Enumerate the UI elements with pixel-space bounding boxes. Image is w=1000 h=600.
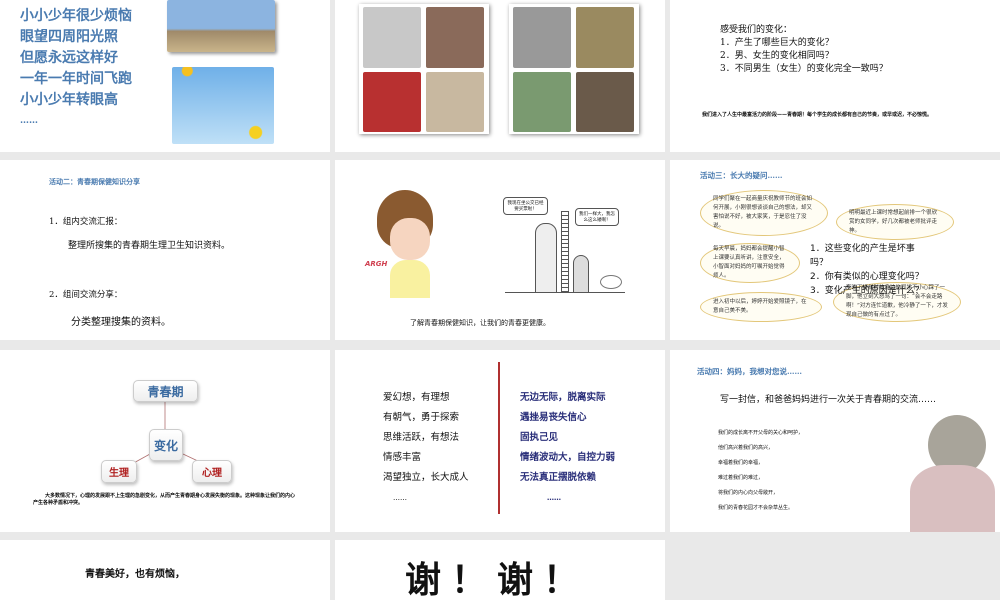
letter-line: 幸福着我们的幸福， (718, 460, 764, 466)
diagram-node-change: 变化 (149, 429, 183, 461)
diagram-node-physiology: 生理 (101, 460, 137, 483)
slide-thumbnail-4[interactable]: 活动二：青春期保健知识分享 1．组内交流汇报： 整理所搜集的青春期生理卫生知识资… (0, 160, 330, 340)
photo-collage-left (359, 4, 489, 134)
diagram-node-psychology: 心理 (192, 460, 232, 483)
dog (600, 275, 622, 289)
sky-balloons-image (172, 67, 274, 144)
girl-cartoon-shirt (390, 260, 430, 298)
item-detail: 分类整理搜集的资料。 (71, 317, 171, 328)
photo (426, 72, 484, 132)
question: 3．不同男生（女生）的变化完全一致吗？ (720, 64, 888, 74)
slide-thumbnail-3[interactable]: 感受我们的变化： 1．产生了哪些巨大的变化？ 2．男、女生的变化相同吗？ 3．不… (670, 0, 1000, 152)
tall-boy (535, 223, 557, 293)
diagram-node-adolescence: 青春期 (133, 380, 198, 402)
poem-line: 小小少年很少烦恼 (20, 8, 132, 24)
ellipsis: …… (393, 494, 407, 502)
photo (426, 7, 484, 68)
speech-bubble: 同学们聚在一起商量庆祝教师节的班会如何开展，小刚很想谈谈自己的想法，却又害怕说不… (700, 190, 828, 236)
basketball-player-photo (363, 72, 421, 132)
positive-trait: 情感丰富 (383, 452, 422, 463)
poem-line: 眼望四周阳光照 (20, 29, 118, 45)
speech-bubble: 明明最近上课时常想起前排一个很欣赏的女同学，好几次都被老师批评走神。 (836, 204, 954, 240)
question: 2．你有类似的心理变化吗？ (810, 272, 924, 282)
poem-line: …… (20, 116, 38, 126)
poem-line: 但愿永远这样好 (20, 50, 118, 66)
argh-text: ARGH (365, 260, 388, 268)
photo (576, 72, 634, 132)
positive-trait: 思维活跃，有想法 (383, 432, 460, 443)
speech-bubble: 每天早晨，妈妈都会提醒小智上课要认真听讲，注意安全，小智面对妈妈的叮嘱开始觉得烦… (700, 243, 800, 283)
short-boy (573, 255, 589, 293)
photo (513, 7, 571, 68)
slide-thumbnail-10[interactable]: 青春美好，也有烦恼， (0, 540, 330, 600)
letter-line: 我们的成长离不开父母的关心和呵护， (718, 430, 804, 436)
photo-collage-right (509, 4, 639, 134)
negative-trait: 遇挫易丧失信心 (520, 412, 587, 423)
slide-title: 活动三：长大的疑问…… (700, 171, 783, 180)
item-label: 1．组内交流汇报： (49, 217, 123, 227)
item-detail: 整理所搜集的青春期生理卫生知识资料。 (68, 241, 231, 251)
text-line: 青春美好，也有烦恼， (85, 569, 185, 580)
poem-line: 小小少年转眼高 (20, 92, 118, 108)
slide-thumbnail-2[interactable] (335, 0, 665, 152)
positive-trait: 渴望独立，长大成人 (383, 472, 469, 483)
negative-trait: 固执己见 (520, 432, 559, 443)
question: 2．男、女生的变化相同吗？ (720, 51, 834, 61)
letter-line: 将我们的内心向父母敞开， (718, 490, 779, 496)
letter-line: 我们的青春花园才不会杂草丛生。 (718, 505, 794, 511)
negative-trait: 无法真正摆脱依赖 (520, 472, 597, 483)
slide-title: 活动四：妈妈，我想对您说…… (697, 367, 802, 376)
photo (576, 7, 634, 68)
photo (513, 72, 571, 132)
slide-thumbnail-6[interactable]: 活动三：长大的疑问…… 同学们聚在一起商量庆祝教师节的班会如何开展，小刚很想谈谈… (670, 160, 1000, 340)
ellipsis: …… (547, 494, 561, 502)
slide-thumbnail-9[interactable]: 活动四：妈妈，我想对您说…… 写一封信，和爸爸妈妈进行一次关于青春期的交流…… … (670, 350, 1000, 532)
thanks-title: 谢！谢！ (405, 560, 590, 600)
slide-thumbnail-8[interactable]: 爱幻想，有理想 有朝气，勇于探索 思维活跃，有想法 情感丰富 渴望独立，长大成人… (335, 350, 665, 532)
speech-bubble: 我现在坐公交已经要买票啦！ (503, 197, 548, 215)
item-label: 2．组间交流分享： (49, 290, 123, 300)
speech-bubble: 进入初中以后，婷婷开始爱照镜子，在意自己美不美。 (700, 292, 822, 322)
question: 1．产生了哪些巨大的变化？ (720, 38, 834, 48)
poem: 小小少年很少烦恼 眼望四周阳光照 但愿永远这样好 一年一年时间飞跑 小小少年转眼… (20, 6, 132, 132)
caption: 了解青春期保健知识，让我们的青春更健康。 (410, 319, 550, 327)
heading: 感受我们的变化： (720, 25, 793, 35)
positive-trait: 爱幻想，有理想 (383, 392, 450, 403)
letter-line: 难过着我们的难过， (718, 475, 764, 481)
slide-thumbnail-1[interactable]: 小小少年很少烦恼 眼望四周阳光照 但愿永远这样好 一年一年时间飞跑 小小少年转眼… (0, 0, 330, 152)
divider-line (498, 362, 500, 514)
slide-thumbnail-7[interactable]: 青春期 变化 生理 心理 大多数情况下，心理的发展跟不上生理的急剧变化，从而产生… (0, 350, 330, 532)
slide-thumbnail-5[interactable]: ARGH 我现在坐公交已经要买票啦！ 我们一样大，我怎么这么矮啊！ 了解青春期保… (335, 160, 665, 340)
caption: 大多数情况下，心理的发展跟不上生理的急剧变化，从而产生青春期身心发展失衡的现象。… (33, 493, 296, 506)
negative-trait: 情绪波动大，自控力弱 (520, 452, 616, 463)
letter-line: 他们高兴着我们的高兴， (718, 445, 774, 451)
baby-photo (363, 7, 421, 68)
hugging-illustration (910, 415, 995, 532)
negative-trait: 无边无际，脱离实际 (520, 392, 606, 403)
question: 3．变化产生的原因是什么？ (810, 286, 924, 296)
subtitle: 写一封信，和爸爸妈妈进行一次关于青春期的交流…… (720, 395, 937, 405)
positive-trait: 有朝气，勇于探索 (383, 412, 460, 423)
girl-cartoon-face (390, 218, 430, 260)
slide-thumbnail-11[interactable]: 谢！谢！ (335, 540, 665, 600)
footer-text: 我们进入了人生中最富活力的阶段——青春期！每个学生的成长都有自己的节奏，或早或迟… (702, 112, 933, 118)
poem-line: 一年一年时间飞跑 (20, 71, 132, 87)
slide-title: 活动二：青春期保健知识分享 (49, 177, 140, 186)
question: 1．这些变化的产生是坏事吗？ (810, 244, 915, 268)
body (910, 465, 995, 532)
children-jumping-photo (167, 0, 275, 52)
speech-bubble: 我们一样大，我怎么这么矮啊！ (575, 208, 619, 226)
measuring-ruler (561, 211, 569, 293)
